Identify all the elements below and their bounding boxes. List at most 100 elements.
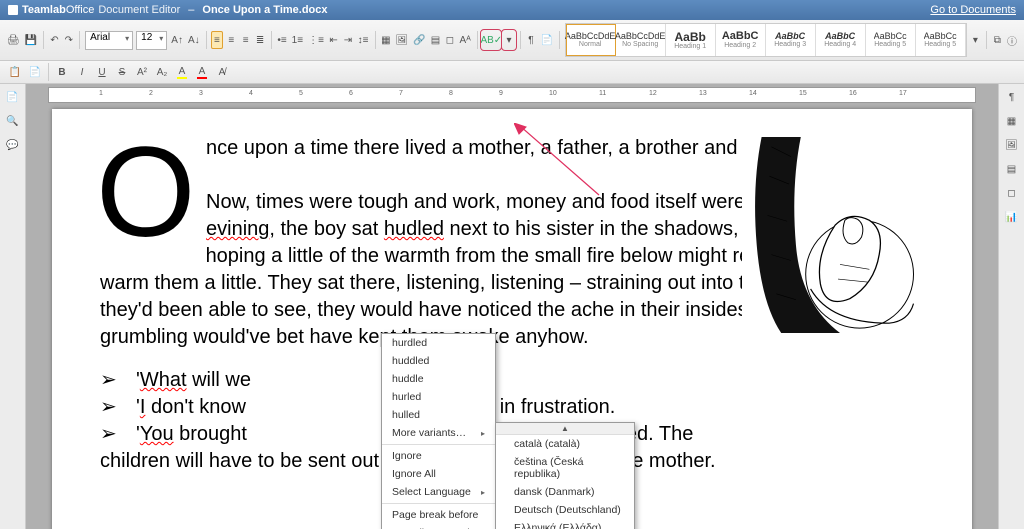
table-settings-icon[interactable]: ▦: [1003, 112, 1021, 130]
document-name: Once Upon a Time.docx: [202, 4, 327, 16]
insert-table-icon[interactable]: ▦: [380, 31, 391, 49]
font-family-combo[interactable]: Arial: [85, 31, 133, 50]
clear-style-icon[interactable]: A̸: [213, 63, 231, 81]
bold-icon[interactable]: B: [53, 63, 71, 81]
strike-icon[interactable]: S: [113, 63, 131, 81]
underline-icon[interactable]: U: [93, 63, 111, 81]
search-panel-icon[interactable]: 🔍: [4, 112, 22, 130]
style-normal[interactable]: AaBbCcDdENormal: [566, 24, 616, 56]
indent-icon[interactable]: ⇥: [342, 31, 353, 49]
p1a: nce upon a time there lived a mother, a …: [206, 137, 812, 159]
left-panel: 📄 🔍 💬: [0, 84, 26, 529]
p1d: next to his sister in the shadows,: [444, 218, 739, 240]
comments-panel-icon[interactable]: 💬: [4, 136, 22, 154]
style-heading5b[interactable]: AaBbCcHeading 5: [916, 24, 966, 56]
insert-link-icon[interactable]: 🔗: [412, 31, 426, 49]
p1c: , the boy sat: [269, 218, 384, 240]
suggestion-huddle[interactable]: huddle: [382, 370, 495, 388]
bullet-icon: ➢: [100, 394, 116, 421]
spellcheck-context-menu: hurdled huddled huddle hurled hulled Mor…: [381, 333, 496, 529]
styles-more-icon[interactable]: ▾: [970, 31, 981, 49]
language-dropdown-icon[interactable]: ▾: [503, 31, 514, 49]
align-center-icon[interactable]: ≡: [226, 31, 237, 49]
suggestion-hurled[interactable]: hurled: [382, 388, 495, 406]
bullet-icon: ➢: [100, 421, 116, 448]
decrease-font-icon[interactable]: A↓: [187, 31, 201, 49]
file-panel-icon[interactable]: 📄: [4, 88, 22, 106]
align-justify-icon[interactable]: ≣: [254, 31, 265, 49]
style-heading4[interactable]: AaBbCHeading 4: [816, 24, 866, 56]
style-heading3[interactable]: AaBbCHeading 3: [766, 24, 816, 56]
align-right-icon[interactable]: ≡: [240, 31, 251, 49]
style-heading5[interactable]: AaBbCcHeading 5: [866, 24, 916, 56]
style-heading2[interactable]: AaBbCHeading 2: [716, 24, 766, 56]
paste-icon[interactable]: 📄: [26, 63, 44, 81]
lang-catala[interactable]: català (català): [496, 435, 634, 453]
redo-icon[interactable]: ↷: [63, 31, 74, 49]
ignore[interactable]: Ignore: [382, 447, 495, 465]
subscript-icon[interactable]: A₂: [153, 63, 171, 81]
brand-name2: Office: [66, 4, 95, 16]
insert-header-icon[interactable]: ▤: [430, 31, 441, 49]
print-icon[interactable]: 🖨: [6, 31, 21, 49]
paragraph-settings-icon[interactable]: ¶: [1003, 88, 1021, 106]
highlight-color-icon[interactable]: A: [173, 63, 191, 81]
err-hudled[interactable]: hudled: [384, 218, 444, 240]
ignore-all[interactable]: Ignore All: [382, 465, 495, 483]
style-no-spacing[interactable]: AaBbCcDdENo Spacing: [616, 24, 666, 56]
err-you[interactable]: You: [140, 423, 174, 445]
font-color-icon[interactable]: A: [193, 63, 211, 81]
suggestion-hulled[interactable]: hulled: [382, 406, 495, 424]
toolbar-secondary: 📋 📄 B I U S A² A₂ A A A̸: [0, 61, 1024, 84]
bullet-list-icon[interactable]: •≡: [276, 31, 287, 49]
insert-dropcap-icon[interactable]: Aᴬ: [459, 31, 472, 49]
toolbar-main: 🖨 💾 ↶ ↷ Arial 12 A↑ A↓ ≡ ≡ ≡ ≣ •≡ 1≡ ⋮≡ …: [0, 20, 1024, 61]
italic-icon[interactable]: I: [73, 63, 91, 81]
save-icon[interactable]: 💾: [24, 31, 38, 49]
about-icon[interactable]: ⓘ: [1006, 31, 1018, 49]
title-sep: –: [188, 4, 194, 16]
chart-settings-icon[interactable]: 📊: [1003, 208, 1021, 226]
page-break-before[interactable]: Page break before: [382, 506, 495, 524]
spellcheck-icon[interactable]: AB✓: [482, 31, 500, 49]
styles-gallery: AaBbCcDdENormal AaBbCcDdENo Spacing AaBb…: [565, 23, 967, 57]
number-list-icon[interactable]: 1≡: [291, 31, 304, 49]
right-panel: ¶ ▦ 🖼 ▤ ◻ 📊: [998, 84, 1024, 529]
lang-german[interactable]: Deutsch (Deutschland): [496, 501, 634, 519]
copy-icon[interactable]: 📋: [6, 63, 24, 81]
increase-font-icon[interactable]: A↑: [170, 31, 184, 49]
app-logo-icon: [8, 5, 18, 15]
image-settings-icon[interactable]: 🖼: [1003, 136, 1021, 154]
nonprinting-icon[interactable]: ¶: [525, 31, 536, 49]
select-language[interactable]: Select Language: [382, 483, 495, 501]
err-evining[interactable]: evining: [206, 218, 269, 240]
scroll-up-icon[interactable]: ▲: [496, 423, 634, 435]
bullet-icon: ➢: [100, 367, 116, 394]
font-size-combo[interactable]: 12: [136, 31, 167, 50]
lang-danish[interactable]: dansk (Danmark): [496, 483, 634, 501]
more-variants[interactable]: More variants…: [382, 424, 495, 442]
module-name: Document Editor: [98, 4, 180, 16]
suggestion-hurdled[interactable]: hurdled: [382, 334, 495, 352]
superscript-icon[interactable]: A²: [133, 63, 151, 81]
err-what[interactable]: What: [140, 369, 187, 391]
multilevel-list-icon[interactable]: ⋮≡: [307, 31, 325, 49]
titlebar: TeamlabOffice Document Editor – Once Upo…: [0, 0, 1024, 20]
keep-lines-together[interactable]: Keep lines together: [382, 524, 495, 529]
insert-image-icon[interactable]: 🖼: [395, 31, 410, 49]
align-left-icon[interactable]: ≡: [211, 31, 222, 49]
undo-icon[interactable]: ↶: [49, 31, 60, 49]
view-settings-icon[interactable]: ⧉: [992, 31, 1003, 49]
header-settings-icon[interactable]: ▤: [1003, 160, 1021, 178]
shape-settings-icon[interactable]: ◻: [1003, 184, 1021, 202]
style-heading1[interactable]: AaBbHeading 1: [666, 24, 716, 56]
go-to-documents-link[interactable]: Go to Documents: [930, 4, 1016, 16]
lang-greek[interactable]: Ελληνικά (Ελλάδα): [496, 519, 634, 529]
page-size-icon[interactable]: 📄: [540, 31, 554, 49]
suggestion-huddled[interactable]: huddled: [382, 352, 495, 370]
horizontal-ruler[interactable]: 1 2 3 4 5 6 7 8 9 10 11 12 13 14 15 16 1…: [48, 87, 976, 103]
insert-shape-icon[interactable]: ◻: [444, 31, 455, 49]
outdent-icon[interactable]: ⇤: [328, 31, 339, 49]
line-spacing-icon[interactable]: ↕≡: [357, 31, 370, 49]
lang-czech[interactable]: čeština (Česká republika): [496, 453, 634, 483]
